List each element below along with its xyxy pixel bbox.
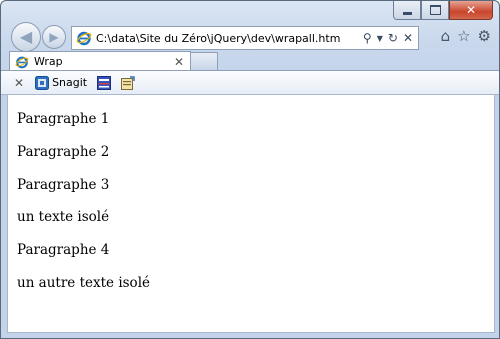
back-button[interactable]: ◀ bbox=[11, 22, 41, 52]
search-icon[interactable]: ⚲ bbox=[363, 31, 372, 45]
forward-arrow-icon: ▶ bbox=[49, 30, 59, 44]
tab-strip: Wrap ✕ bbox=[1, 51, 499, 71]
favorites-star-icon[interactable]: ☆ bbox=[457, 27, 470, 45]
capture-edit-icon[interactable] bbox=[121, 75, 135, 90]
new-tab-button[interactable] bbox=[190, 52, 218, 70]
paragraph-4: Paragraphe 4 bbox=[17, 242, 110, 258]
toolbar-icons: ⌂ ☆ ⚙ bbox=[441, 27, 491, 45]
command-bar: ✕ Snagit bbox=[1, 70, 499, 95]
isolated-text-2: un autre texte isolé bbox=[17, 275, 150, 291]
page-content: Paragraphe 1 Paragraphe 2 Paragraphe 3 u… bbox=[7, 95, 495, 333]
gear-icon[interactable]: ⚙ bbox=[478, 27, 491, 45]
minimize-icon bbox=[402, 11, 412, 15]
snagit-label: Snagit bbox=[52, 76, 88, 89]
paragraph-3: Paragraphe 3 bbox=[17, 177, 110, 193]
tab-title: Wrap bbox=[34, 55, 63, 68]
isolated-text-1: un texte isolé bbox=[17, 209, 110, 225]
forward-button[interactable]: ▶ bbox=[42, 25, 66, 49]
refresh-icon[interactable]: ↻ bbox=[388, 31, 398, 45]
window-controls: ✕ bbox=[393, 1, 493, 20]
close-window-button[interactable]: ✕ bbox=[449, 1, 493, 20]
close-icon: ✕ bbox=[465, 3, 477, 17]
close-toolbar-icon[interactable]: ✕ bbox=[14, 76, 24, 90]
address-bar[interactable]: C:\data\Site du Zéro\jQuery\dev\wrapall.… bbox=[71, 26, 419, 50]
snagit-button[interactable]: Snagit bbox=[35, 75, 88, 90]
maximize-button[interactable] bbox=[421, 1, 449, 20]
minimize-button[interactable] bbox=[393, 1, 421, 20]
maximize-icon bbox=[429, 5, 441, 15]
address-tools: ⚲ ▼ ↻ ✕ bbox=[363, 31, 413, 45]
dropdown-icon[interactable]: ▼ bbox=[377, 34, 383, 43]
browser-window: ✕ ◀ ▶ C:\data\Site du Zéro\jQuery\dev\wr… bbox=[0, 0, 500, 339]
tab-close-icon[interactable]: ✕ bbox=[174, 55, 184, 69]
stop-icon[interactable]: ✕ bbox=[403, 31, 413, 45]
paragraph-1: Paragraphe 1 bbox=[17, 111, 110, 127]
snagit-icon bbox=[35, 75, 50, 90]
address-url[interactable]: C:\data\Site du Zéro\jQuery\dev\wrapall.… bbox=[96, 32, 363, 45]
back-arrow-icon: ◀ bbox=[19, 27, 33, 46]
ie-page-icon bbox=[76, 31, 92, 46]
navigation-bar: ◀ ▶ C:\data\Site du Zéro\jQuery\dev\wrap… bbox=[1, 21, 499, 52]
home-icon[interactable]: ⌂ bbox=[441, 27, 451, 45]
ie-tab-icon bbox=[15, 56, 29, 68]
capture-window-icon[interactable] bbox=[97, 75, 112, 90]
paragraph-2: Paragraphe 2 bbox=[17, 144, 110, 160]
tab-wrap[interactable]: Wrap ✕ bbox=[9, 51, 191, 71]
